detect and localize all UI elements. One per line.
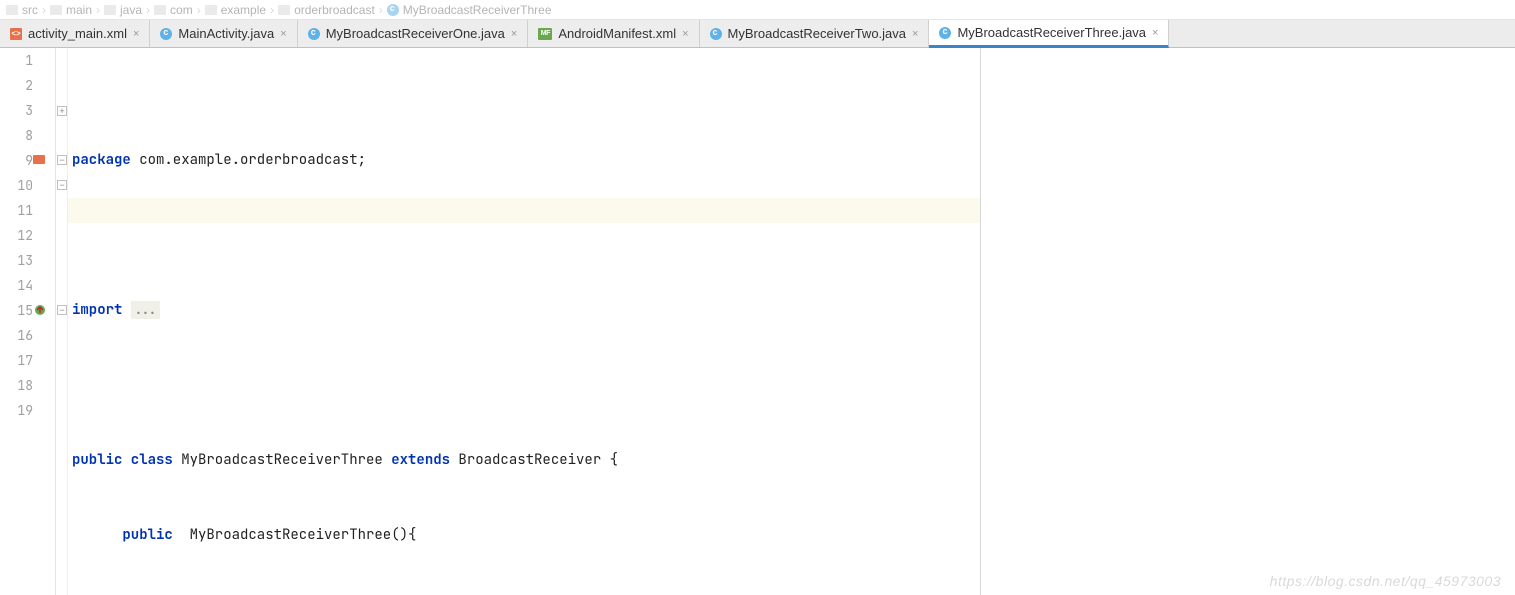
breadcrumb-item[interactable]: java: [104, 3, 142, 17]
breadcrumb-item[interactable]: MyBroadcastReceiverThree: [387, 3, 552, 17]
fold-toggle-method[interactable]: −: [57, 305, 67, 315]
line-number[interactable]: 9: [0, 148, 33, 173]
line-number[interactable]: 2: [0, 73, 33, 98]
breadcrumb: src › main › java › com › example › orderbroadcast…: [0, 0, 1515, 20]
line-number[interactable]: 19: [0, 398, 33, 423]
fold-toggle-ctor[interactable]: −: [57, 180, 67, 190]
gutter: 1238910111213141516171819: [0, 48, 56, 595]
class-gutter-icon: [32, 152, 48, 168]
fold-toggle-imports[interactable]: +: [57, 106, 67, 116]
class-file-icon: [710, 28, 722, 40]
folder-icon: [154, 5, 166, 15]
line-number[interactable]: 10: [0, 173, 33, 198]
breadcrumb-label: java: [120, 3, 142, 17]
close-icon[interactable]: ×: [280, 28, 286, 40]
editor-tab[interactable]: MF AndroidManifest.xml ×: [528, 20, 699, 47]
fold-toggle-class[interactable]: −: [57, 155, 67, 165]
xml-file-icon: <>: [10, 28, 22, 40]
close-icon[interactable]: ×: [133, 28, 139, 40]
kw-public-class: public class: [72, 451, 173, 469]
ctor-sig: MyBroadcastReceiverThree(){: [173, 526, 417, 544]
breadcrumb-item[interactable]: example: [205, 3, 266, 17]
breadcrumb-separator: ›: [270, 3, 274, 17]
import-fold[interactable]: ...: [131, 301, 160, 319]
breadcrumb-item[interactable]: com: [154, 3, 193, 17]
editor-area: 1238910111213141516171819 + − − − packag…: [0, 48, 1515, 595]
kw-public-ctor: public: [122, 526, 172, 544]
fold-stripe: + − − −: [56, 48, 68, 595]
kw-extends: extends: [391, 451, 450, 469]
breadcrumb-separator: ›: [96, 3, 100, 17]
line-number[interactable]: 13: [0, 248, 33, 273]
breadcrumb-separator: ›: [197, 3, 201, 17]
line-number[interactable]: 18: [0, 373, 33, 398]
tab-label: AndroidManifest.xml: [558, 26, 676, 41]
editor-tab[interactable]: MyBroadcastReceiverTwo.java ×: [700, 20, 930, 47]
editor-tab[interactable]: MainActivity.java ×: [150, 20, 297, 47]
line-number[interactable]: 14: [0, 273, 33, 298]
current-line-highlight: [68, 198, 980, 223]
breadcrumb-item[interactable]: src: [6, 3, 38, 17]
line-number[interactable]: 16: [0, 323, 33, 348]
pkg-name: com.example.orderbroadcast;: [131, 151, 366, 169]
tab-label: MyBroadcastReceiverThree.java: [957, 25, 1146, 40]
code-editor[interactable]: package com.example.orderbroadcast; impo…: [68, 48, 980, 595]
editor-tab[interactable]: MyBroadcastReceiverOne.java ×: [298, 20, 529, 47]
breadcrumb-separator: ›: [42, 3, 46, 17]
line-number[interactable]: 12: [0, 223, 33, 248]
folder-icon: [104, 5, 116, 15]
tab-label: MainActivity.java: [178, 26, 274, 41]
breadcrumb-label: src: [22, 3, 38, 17]
folder-icon: [6, 5, 18, 15]
class-icon: [387, 4, 399, 16]
watermark: https://blog.csdn.net/qq_45973003: [1270, 573, 1501, 589]
breadcrumb-separator: ›: [146, 3, 150, 17]
manifest-file-icon: MF: [538, 28, 552, 40]
class-file-icon: [939, 27, 951, 39]
close-icon[interactable]: ×: [912, 28, 918, 40]
line-number[interactable]: 8: [0, 123, 33, 148]
class-file-icon: [160, 28, 172, 40]
line-number[interactable]: 1: [0, 48, 33, 73]
line-number[interactable]: 17: [0, 348, 33, 373]
folder-icon: [205, 5, 217, 15]
tab-label: MyBroadcastReceiverTwo.java: [728, 26, 906, 41]
folder-icon: [50, 5, 62, 15]
breadcrumb-label: example: [221, 3, 266, 17]
class-name: MyBroadcastReceiverThree: [173, 451, 391, 469]
close-icon[interactable]: ×: [682, 28, 688, 40]
folder-icon: [278, 5, 290, 15]
kw-import: import: [72, 301, 122, 319]
line-number[interactable]: 15: [0, 298, 33, 323]
override-gutter-icon[interactable]: [32, 303, 48, 319]
editor-tab[interactable]: <> activity_main.xml ×: [0, 20, 150, 47]
editor-tabs: <>activity_main.xml×MainActivity.java×My…: [0, 20, 1515, 48]
close-icon[interactable]: ×: [1152, 27, 1158, 39]
class-file-icon: [308, 28, 320, 40]
breadcrumb-label: orderbroadcast: [294, 3, 375, 17]
close-icon[interactable]: ×: [511, 28, 517, 40]
kw-package: package: [72, 151, 131, 169]
right-editor-panel: [980, 48, 1515, 595]
breadcrumb-label: MyBroadcastReceiverThree: [403, 3, 552, 17]
line-number[interactable]: 3: [0, 98, 33, 123]
line-number[interactable]: 11: [0, 198, 33, 223]
tab-label: MyBroadcastReceiverOne.java: [326, 26, 505, 41]
editor-tab[interactable]: MyBroadcastReceiverThree.java ×: [929, 20, 1169, 48]
breadcrumb-separator: ›: [379, 3, 383, 17]
super-class: BroadcastReceiver {: [450, 451, 618, 469]
breadcrumb-label: com: [170, 3, 193, 17]
breadcrumb-item[interactable]: orderbroadcast: [278, 3, 375, 17]
breadcrumb-label: main: [66, 3, 92, 17]
tab-label: activity_main.xml: [28, 26, 127, 41]
breadcrumb-item[interactable]: main: [50, 3, 92, 17]
